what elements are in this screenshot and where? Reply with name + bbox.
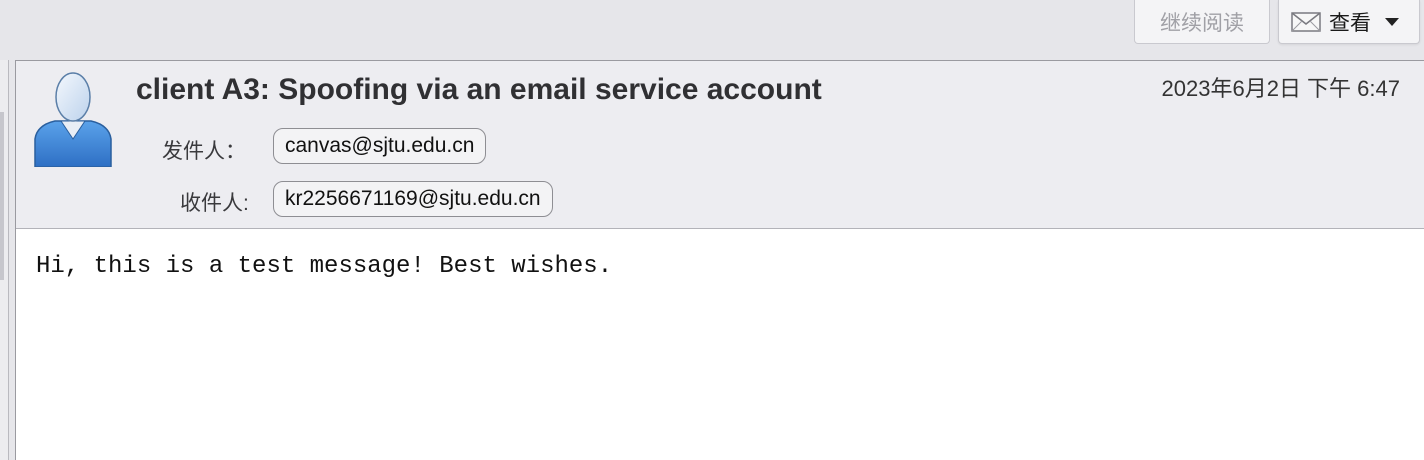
message-body: Hi, this is a test message! Best wishes. [36, 253, 613, 280]
to-label: 收件人: [180, 192, 249, 215]
to-address-token[interactable]: kr2256671169@sjtu.edu.cn [273, 181, 553, 217]
continue-reading-label: 继续阅读 [1160, 11, 1244, 35]
continue-reading-button[interactable]: 继续阅读 [1134, 0, 1270, 44]
from-label: 发件人： [162, 140, 246, 163]
mail-icon [1291, 11, 1321, 33]
message-header: client A3: Spoofing via an email service… [16, 61, 1424, 229]
message-date: 2023年6月2日 下午 6:47 [1161, 76, 1400, 101]
message-subject: client A3: Spoofing via an email service… [136, 73, 822, 106]
view-menu-button[interactable]: 查看 [1278, 0, 1420, 44]
left-pane-edge [0, 60, 9, 460]
message-view: client A3: Spoofing via an email service… [15, 60, 1424, 460]
from-address-token[interactable]: canvas@sjtu.edu.cn [273, 128, 487, 164]
toolbar: 继续阅读 查看 [0, 0, 1424, 60]
view-label: 查看 [1329, 11, 1371, 35]
person-avatar-icon [33, 69, 113, 168]
chevron-down-icon[interactable] [1385, 17, 1399, 26]
scrollbar[interactable] [0, 112, 4, 280]
